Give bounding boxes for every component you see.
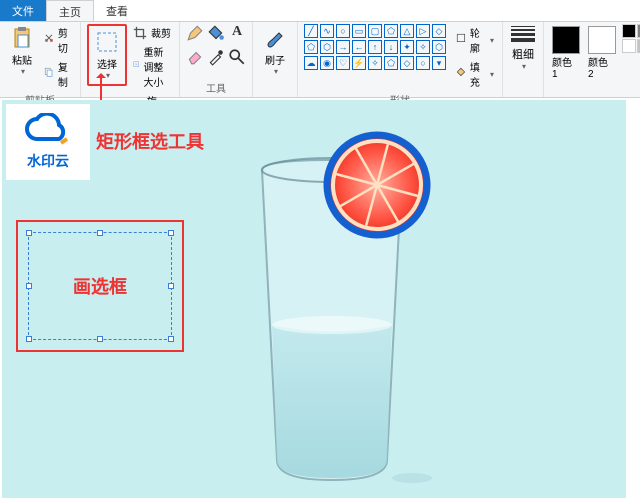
glass-image	[212, 130, 452, 490]
copy-label: 复制	[58, 59, 72, 89]
cut-button[interactable]: 剪切	[42, 24, 74, 56]
resize-label: 重新调整大小	[143, 44, 171, 89]
outline-button[interactable]: 轮廓	[454, 24, 496, 56]
pencil-icon[interactable]	[186, 24, 204, 45]
text-icon[interactable]: A	[228, 24, 246, 45]
palette-swatch[interactable]	[622, 39, 636, 53]
watermark-text: 水印云	[27, 151, 69, 171]
cloud-icon	[25, 113, 71, 147]
copy-button[interactable]: 复制	[42, 58, 74, 90]
fillshape-icon	[456, 67, 466, 81]
crop-icon	[133, 26, 147, 40]
select-highlight: 选择	[87, 24, 127, 86]
color2-button[interactable]: 颜色 2	[586, 24, 618, 82]
annotation-selection-box: 画选框	[16, 220, 184, 352]
outline-label: 轮廓	[470, 25, 484, 55]
group-tools: A 工具	[180, 22, 253, 97]
cut-icon	[44, 33, 54, 47]
tab-home[interactable]: 主页	[46, 0, 94, 21]
group-clipboard: 粘贴 剪切 复制 剪贴板	[0, 22, 81, 97]
color1-label: 颜色 1	[552, 54, 580, 80]
paste-icon	[10, 26, 34, 50]
brush-button[interactable]: 刷子	[259, 24, 291, 78]
shapes-grid[interactable]: ╱∿○▭▢⬠△▷◇ ⬠⬡→←↑↓✦✧⬡ ☁◉♡⚡✧⬠◇○▾	[304, 24, 446, 70]
stroke-label: 粗细	[512, 46, 534, 62]
canvas[interactable]: 水印云 矩形框选工具 画选框	[2, 100, 626, 498]
zoom-icon[interactable]	[228, 48, 246, 69]
group-shapes: ╱∿○▭▢⬠△▷◇ ⬠⬡→←↑↓✦✧⬡ ☁◉♡⚡✧⬠◇○▾ 轮廓 填充 形状	[298, 22, 503, 97]
tab-file[interactable]: 文件	[0, 0, 46, 21]
resize-button[interactable]: 重新调整大小	[131, 43, 173, 90]
annotation-draw-box: 画选框	[73, 273, 127, 299]
palette-swatch[interactable]	[622, 24, 636, 38]
ribbon: 粘贴 剪切 复制 剪贴板 选择 裁剪 重新调整大小 旋转 图像	[0, 22, 640, 98]
annotation-select-tool: 矩形框选工具	[96, 128, 204, 154]
select-icon	[95, 30, 119, 54]
crop-label: 裁剪	[151, 25, 171, 40]
group-image: 选择 裁剪 重新调整大小 旋转 图像	[81, 22, 180, 97]
tab-view[interactable]: 查看	[94, 0, 140, 21]
paste-label: 粘贴	[12, 52, 32, 67]
color1-swatch	[552, 26, 580, 54]
copy-icon	[44, 67, 54, 81]
group-stroke: 粗细	[503, 22, 544, 97]
color-palette[interactable]	[622, 24, 640, 53]
paste-button[interactable]: 粘贴	[6, 24, 38, 78]
group-brush: 刷子	[253, 22, 298, 97]
fill-label: 填充	[470, 59, 484, 89]
annotation-arrow	[100, 74, 102, 102]
stroke-icon	[511, 26, 535, 42]
cut-label: 剪切	[58, 25, 72, 55]
group-tools-label: 工具	[206, 80, 226, 95]
group-colors: 颜色 1 颜色 2 颜色	[544, 22, 640, 97]
outline-icon	[456, 33, 466, 47]
stroke-button[interactable]: 粗细	[509, 24, 537, 73]
brush-label: 刷子	[265, 52, 285, 67]
picker-icon[interactable]	[207, 48, 225, 69]
brush-icon	[263, 26, 287, 50]
color2-label: 颜色 2	[588, 54, 616, 80]
color2-swatch	[588, 26, 616, 54]
fill-icon[interactable]	[207, 24, 225, 45]
tab-bar: 文件 主页 查看	[0, 0, 640, 22]
fill-button[interactable]: 填充	[454, 58, 496, 90]
watermark-logo: 水印云	[6, 104, 90, 180]
resize-icon	[133, 60, 139, 74]
eraser-icon[interactable]	[186, 48, 204, 69]
crop-button[interactable]: 裁剪	[131, 24, 173, 41]
color1-button[interactable]: 颜色 1	[550, 24, 582, 82]
